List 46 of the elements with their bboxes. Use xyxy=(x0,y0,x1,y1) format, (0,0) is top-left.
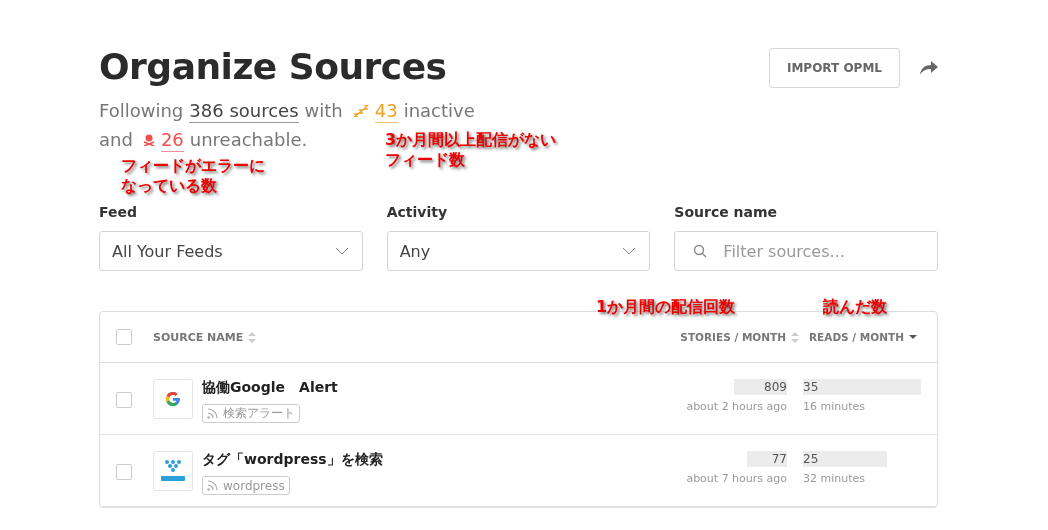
row-checkbox[interactable] xyxy=(116,464,132,480)
reads-count: 35 xyxy=(803,380,819,394)
summary-text: and xyxy=(99,128,133,152)
filter-label: Feed xyxy=(99,204,138,220)
annotation-text: フィードがエラーになっている数 xyxy=(121,156,266,196)
rss-icon xyxy=(207,480,218,491)
sources-link[interactable]: 386 sources xyxy=(189,100,299,123)
reads-count: 25 xyxy=(803,452,819,466)
chevron-down-icon xyxy=(334,247,349,255)
row-checkbox[interactable] xyxy=(116,392,132,408)
summary-text: Following xyxy=(99,99,184,123)
folder-tag[interactable]: 検索アラート xyxy=(202,404,300,423)
stories-count: 809 xyxy=(764,380,787,394)
rss-icon xyxy=(207,408,218,419)
folder-tag[interactable]: wordpress xyxy=(202,476,290,495)
import-opml-button[interactable]: IMPORT OPML xyxy=(768,48,900,88)
dropdown-field[interactable]: All Your Feeds xyxy=(99,231,363,271)
annotation-text: 1か月間の配信回数 xyxy=(596,297,736,317)
column-header[interactable]: READS / MONTH xyxy=(809,331,927,343)
page-title: Organize Sources xyxy=(99,46,448,88)
source-name[interactable]: 協働Google Alert xyxy=(202,379,661,397)
summary-text: unreachable. xyxy=(189,128,308,152)
search-field[interactable]: Filter sources... xyxy=(674,231,938,271)
share-icon[interactable] xyxy=(920,61,938,75)
annotation-text: 読んだ数 xyxy=(823,297,887,317)
sleep-icon xyxy=(352,104,369,117)
chevron-down-icon xyxy=(622,247,637,255)
unreachable-count-link[interactable]: 26 xyxy=(160,129,184,152)
source-name[interactable]: タグ「wordpress」を検索 xyxy=(202,451,661,469)
last-read-time: 16 minutes xyxy=(803,400,867,413)
stories-count: 77 xyxy=(771,452,787,466)
column-header[interactable]: STORIES / MONTH xyxy=(673,331,799,343)
last-story-time: about 7 hours ago xyxy=(685,472,787,485)
summary-text: with xyxy=(304,99,343,123)
letter-g-icon xyxy=(164,390,182,408)
annotation-text: 3か月間以上配信がないフィード数 xyxy=(385,130,558,170)
column-header[interactable]: SOURCE NAME xyxy=(153,330,673,344)
last-read-time: 32 minutes xyxy=(803,472,867,485)
dropdown-field[interactable]: Any xyxy=(386,231,651,271)
filter-label: Source name xyxy=(674,204,779,220)
filter-label: Activity xyxy=(386,204,449,220)
last-story-time: about 2 hours ago xyxy=(685,400,787,413)
search-icon xyxy=(693,244,708,258)
skull-icon xyxy=(142,133,155,146)
select-all-checkbox[interactable] xyxy=(116,329,132,345)
summary-text: inactive xyxy=(403,99,475,123)
